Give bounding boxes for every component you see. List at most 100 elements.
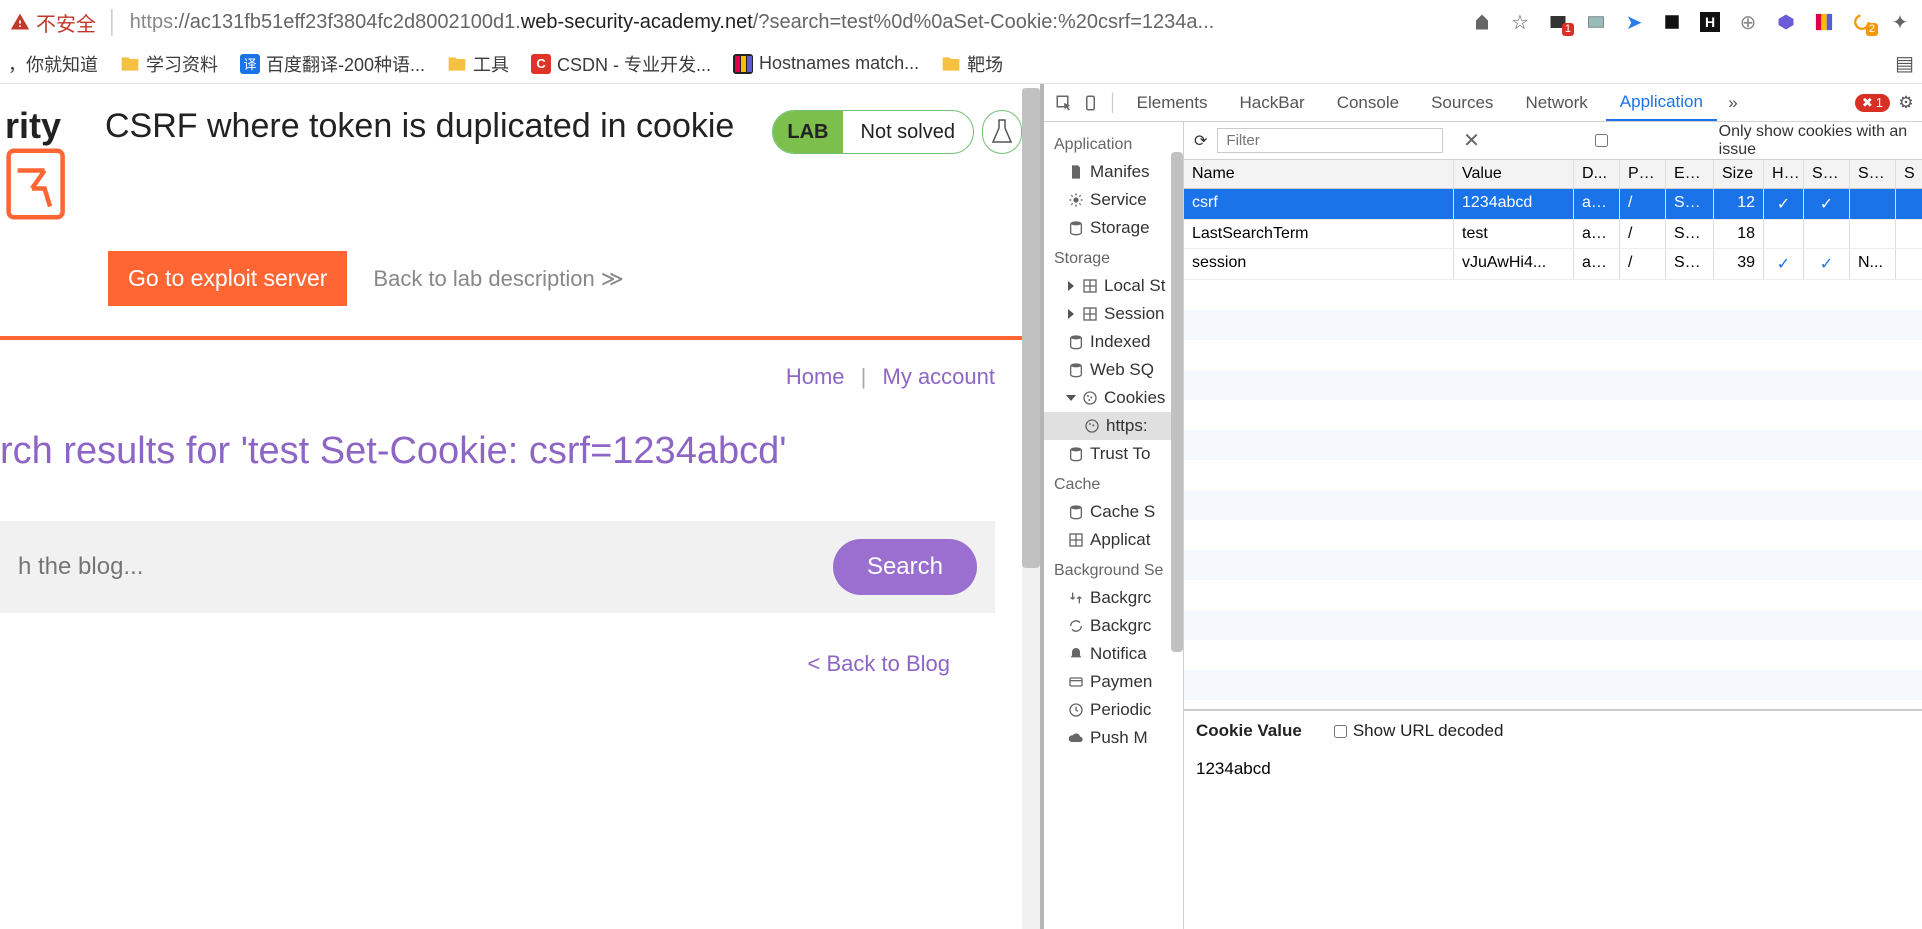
bookmark-1[interactable]: 学习资料 <box>120 51 218 77</box>
settings-gear-icon[interactable]: ⚙ <box>1894 91 1918 115</box>
star-icon[interactable]: ☆ <box>1508 10 1532 34</box>
tab-sources[interactable]: Sources <box>1417 84 1507 121</box>
sidebar-push-messaging[interactable]: Push M <box>1044 724 1183 752</box>
extension-icon-9[interactable]: 2 <box>1850 10 1874 34</box>
my-account-link[interactable]: My account <box>883 364 996 389</box>
extension-icon-1[interactable]: 1 <box>1546 10 1570 34</box>
reading-list-icon[interactable]: ▤ <box>1895 51 1914 76</box>
database-icon <box>1068 504 1084 520</box>
sidebar-storage[interactable]: Storage <box>1044 214 1183 242</box>
sidebar-scrollbar[interactable] <box>1171 152 1183 652</box>
extension-icon-5[interactable]: H <box>1698 10 1722 34</box>
sidebar-trust-tokens[interactable]: Trust To <box>1044 440 1183 468</box>
filter-input[interactable] <box>1217 128 1443 153</box>
folder-icon <box>941 54 961 74</box>
insecure-label: 不安全 <box>36 8 96 37</box>
tab-hackbar[interactable]: HackBar <box>1226 84 1319 121</box>
sidebar-session-storage[interactable]: Session <box>1044 300 1183 328</box>
lab-title: CSRF where token is duplicated in cookie <box>105 106 772 147</box>
clock-icon <box>1068 702 1084 718</box>
extension-icon-2[interactable] <box>1584 10 1608 34</box>
back-to-lab-link[interactable]: Back to lab description≫ <box>373 266 623 292</box>
home-link[interactable]: Home <box>786 364 845 389</box>
exploit-server-button[interactable]: Go to exploit server <box>108 251 347 306</box>
sidebar-service-workers[interactable]: Service <box>1044 186 1183 214</box>
extension-icon-7[interactable] <box>1774 10 1798 34</box>
tab-network[interactable]: Network <box>1511 84 1601 121</box>
search-input[interactable] <box>18 553 819 581</box>
sidebar-cache-storage[interactable]: Cache S <box>1044 498 1183 526</box>
search-results-heading: rch results for 'test Set-Cookie: csrf=1… <box>0 430 995 473</box>
col-http[interactable]: H... <box>1764 160 1804 188</box>
table-row[interactable]: LastSearchTermtestac.../Se...18 <box>1184 220 1922 249</box>
folder-icon <box>447 54 467 74</box>
bookmark-2[interactable]: 译百度翻译-200种语... <box>240 51 425 77</box>
svg-text:rity: rity <box>5 106 61 146</box>
sidebar-websql[interactable]: Web SQ <box>1044 356 1183 384</box>
sidebar-background-sync[interactable]: Backgrc <box>1044 612 1183 640</box>
inspect-icon[interactable] <box>1052 91 1076 115</box>
col-domain[interactable]: D... <box>1574 160 1620 188</box>
bookmark-3[interactable]: 工具 <box>447 51 509 77</box>
bell-icon <box>1068 646 1084 662</box>
tab-elements[interactable]: Elements <box>1123 84 1222 121</box>
tab-application[interactable]: Application <box>1606 84 1717 121</box>
col-path[interactable]: Pa... <box>1620 160 1666 188</box>
transfer-icon <box>1068 590 1084 606</box>
more-tabs-icon[interactable]: » <box>1721 91 1745 115</box>
extension-icon-3[interactable]: ➤ <box>1622 10 1646 34</box>
col-value[interactable]: Value <box>1454 160 1574 188</box>
url-display[interactable]: https://ac131fb51eff23f3804fc2d8002100d1… <box>130 11 1460 34</box>
col-expires[interactable]: Ex... <box>1666 160 1714 188</box>
table-row[interactable]: sessionvJuAwHi4...ac.../Se...39✓✓N... <box>1184 249 1922 280</box>
only-issues-checkbox[interactable]: Only show cookies with an issue <box>1490 123 1916 159</box>
col-same[interactable]: Sa... <box>1850 160 1896 188</box>
cookie-icon <box>1084 418 1100 434</box>
gear-icon <box>1068 192 1084 208</box>
col-size[interactable]: Size <box>1714 160 1764 188</box>
col-secure[interactable]: Se... <box>1804 160 1850 188</box>
clear-icon[interactable]: ✕ <box>1463 128 1480 153</box>
search-button[interactable]: Search <box>833 539 977 595</box>
bookmark-5[interactable]: Hostnames match... <box>733 53 919 74</box>
sidebar-indexeddb[interactable]: Indexed <box>1044 328 1183 356</box>
col-s[interactable]: S <box>1896 160 1922 188</box>
bookmark-6[interactable]: 靶场 <box>941 51 1003 77</box>
device-icon[interactable] <box>1080 91 1104 115</box>
sidebar-cookie-host[interactable]: https: <box>1044 412 1183 440</box>
devtools-tabs: │ Elements HackBar Console Sources Netwo… <box>1044 84 1922 122</box>
url-separator: │ <box>106 9 120 35</box>
extension-icon-4[interactable] <box>1660 10 1684 34</box>
extensions-puzzle-icon[interactable]: ✦ <box>1888 10 1912 34</box>
grid-icon <box>1082 306 1098 322</box>
sidebar-periodic-sync[interactable]: Periodic <box>1044 696 1183 724</box>
tab-console[interactable]: Console <box>1323 84 1413 121</box>
show-decoded-checkbox[interactable]: Show URL decoded <box>1334 721 1504 741</box>
sidebar-payment-handler[interactable]: Paymen <box>1044 668 1183 696</box>
extension-icon-8[interactable] <box>1812 10 1836 34</box>
sidebar-local-storage[interactable]: Local St <box>1044 272 1183 300</box>
sidebar-cookies[interactable]: Cookies <box>1044 384 1183 412</box>
table-row[interactable]: csrf1234abcdac.../Se...12✓✓ <box>1184 189 1922 220</box>
warning-icon <box>10 12 30 32</box>
sidebar-manifest[interactable]: Manifes <box>1044 158 1183 186</box>
search-form: Search <box>0 521 995 613</box>
back-to-blog-link[interactable]: < Back to Blog <box>808 651 950 676</box>
error-count[interactable]: ✖1 <box>1855 94 1890 112</box>
cookie-value-panel: Cookie Value Show URL decoded <box>1184 710 1922 751</box>
database-icon <box>1068 446 1084 462</box>
col-name[interactable]: Name <box>1184 160 1454 188</box>
bookmark-0[interactable]: ，你就知道 <box>8 51 98 77</box>
translate-icon[interactable] <box>1470 10 1494 34</box>
sidebar-notifications[interactable]: Notifica <box>1044 640 1183 668</box>
bookmark-4[interactable]: CCSDN - 专业开发... <box>531 51 711 77</box>
refresh-icon[interactable]: ⟳ <box>1194 131 1207 151</box>
extension-icon-6[interactable]: ⊕ <box>1736 10 1760 34</box>
bookmark-bar: ，你就知道 学习资料 译百度翻译-200种语... 工具 CCSDN - 专业开… <box>0 44 1922 84</box>
page-scrollbar-thumb[interactable] <box>1022 88 1040 568</box>
cookies-table: Name Value D... Pa... Ex... Size H... Se… <box>1184 160 1922 710</box>
sidebar-background-fetch[interactable]: Backgrc <box>1044 584 1183 612</box>
sidebar-app-cache[interactable]: Applicat <box>1044 526 1183 554</box>
table-header: Name Value D... Pa... Ex... Size H... Se… <box>1184 160 1922 189</box>
cookie-value-content: 1234abcd <box>1184 751 1922 787</box>
